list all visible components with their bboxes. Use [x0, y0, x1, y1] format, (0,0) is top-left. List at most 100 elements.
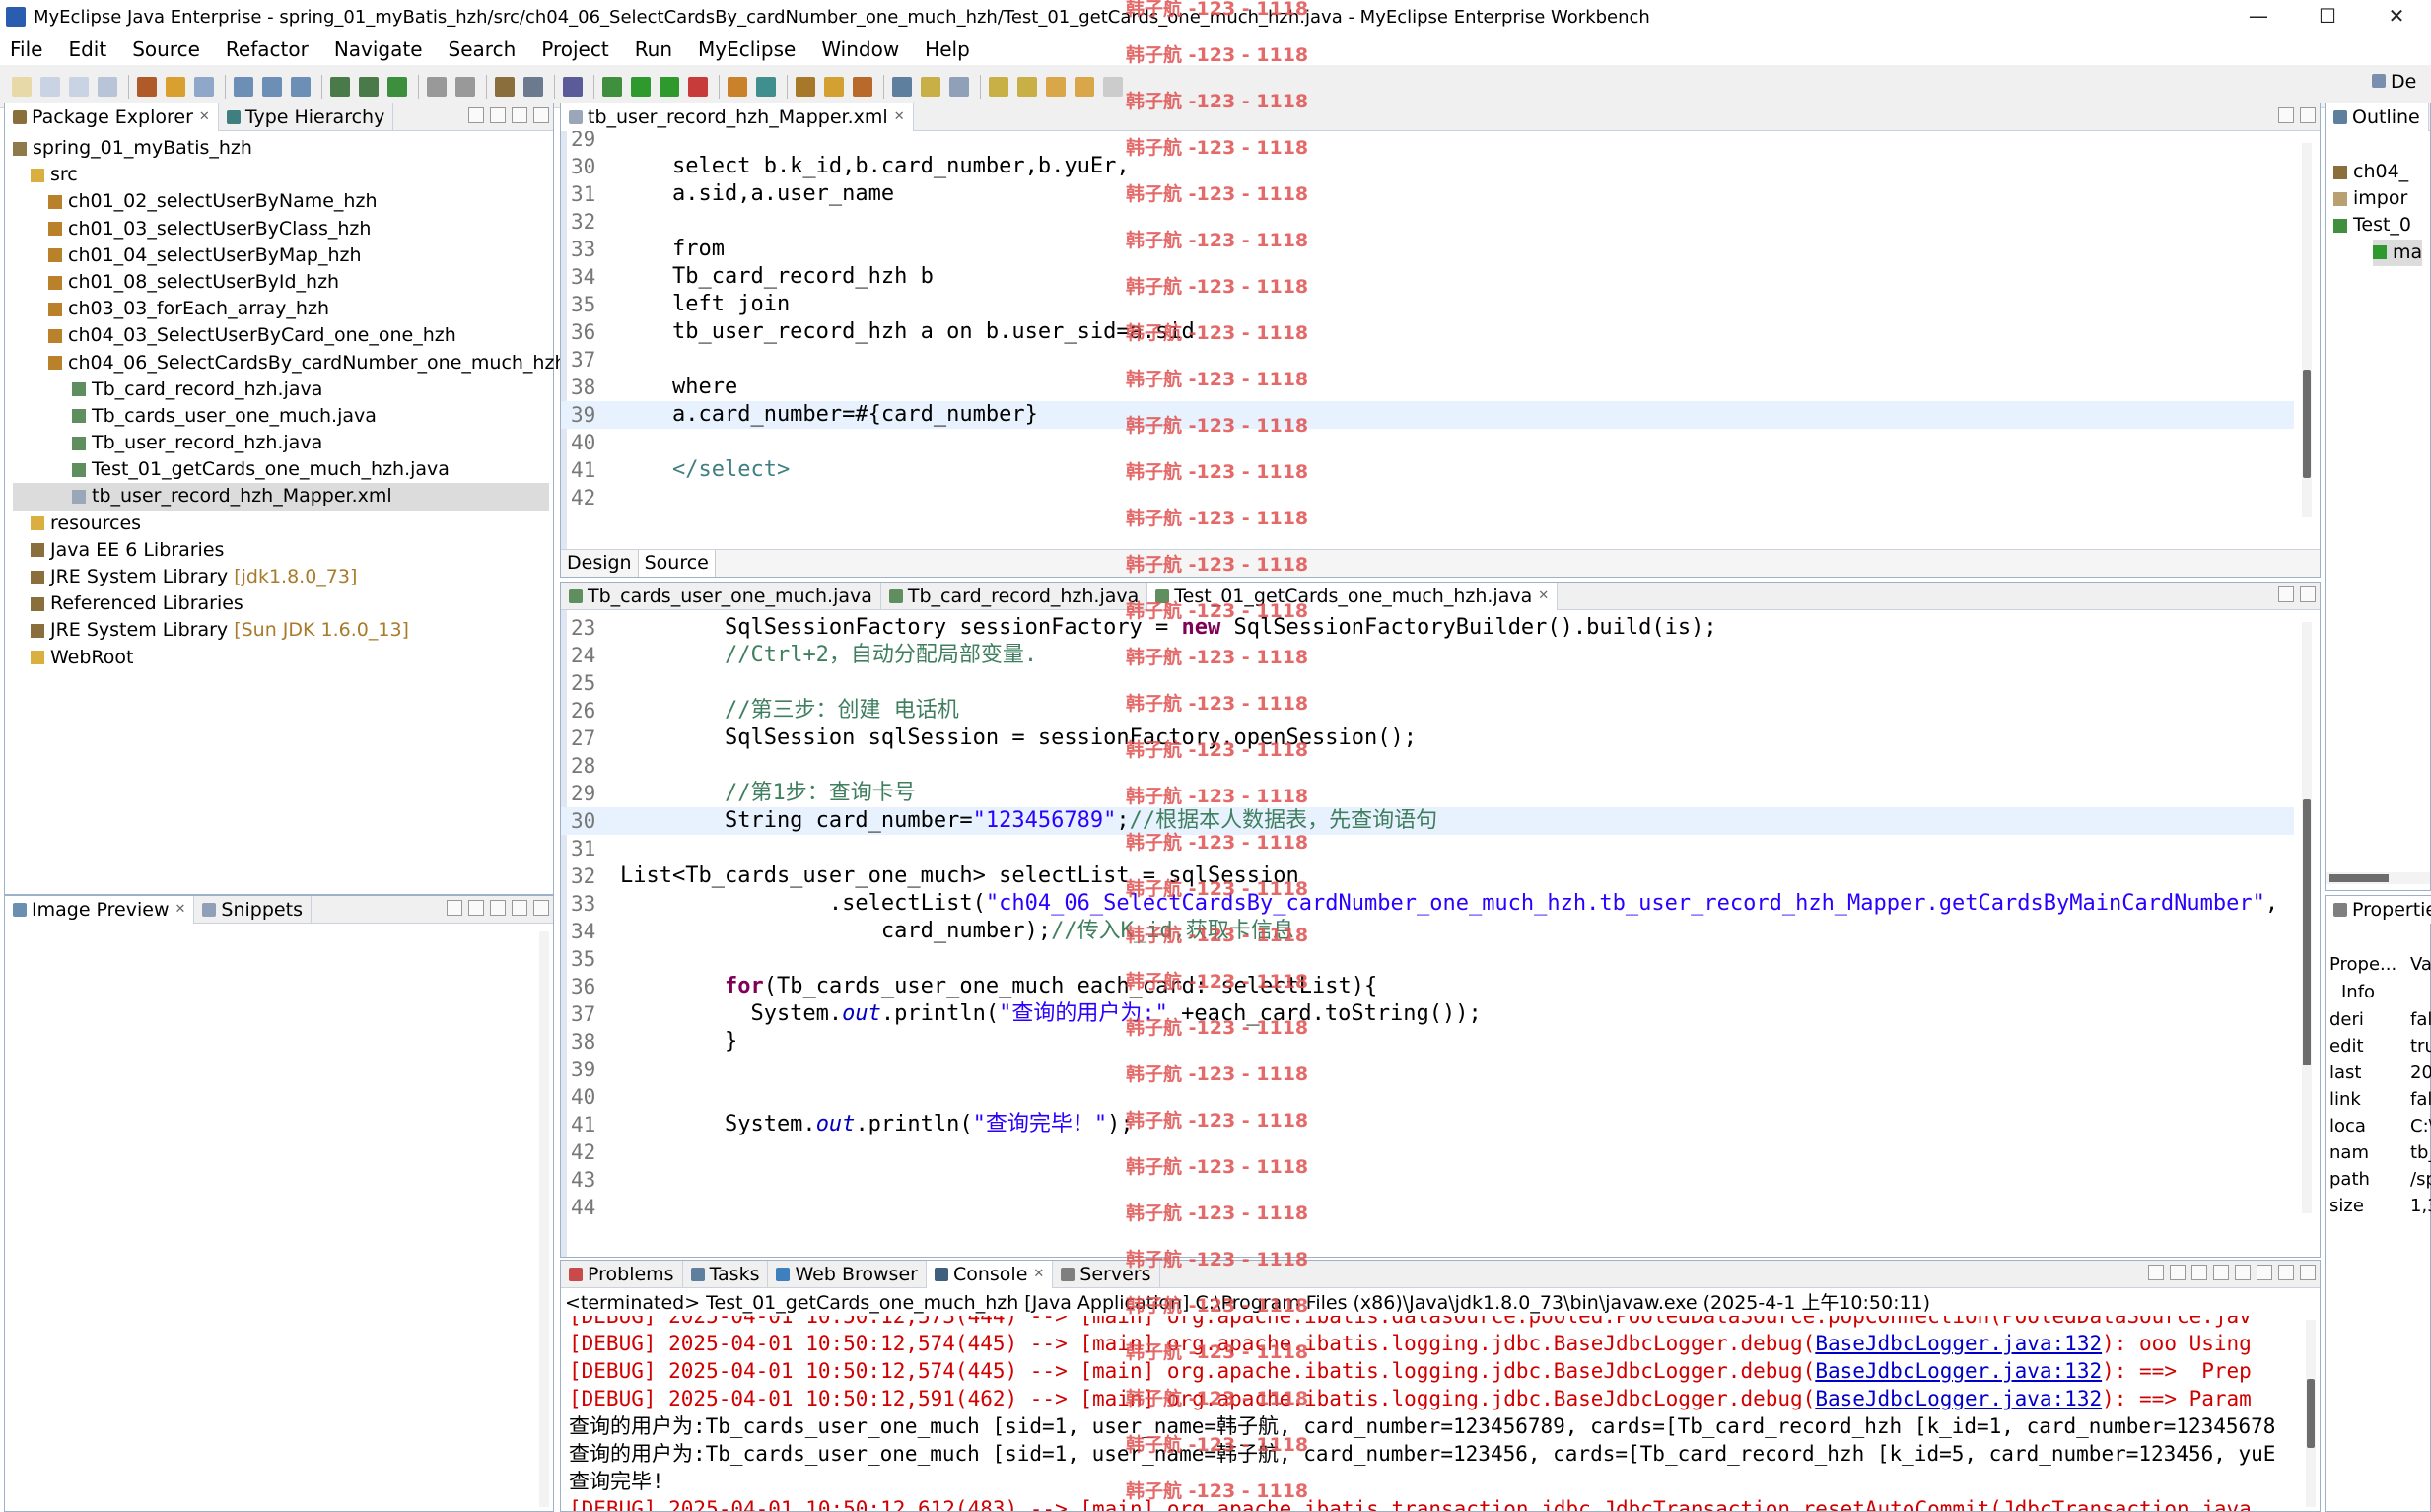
- tree-item[interactable]: resources: [13, 511, 549, 537]
- tab-snippets[interactable]: Snippets: [194, 895, 312, 924]
- debug-icon[interactable]: [602, 76, 622, 97]
- property-row[interactable]: size1,3: [2329, 1193, 2431, 1219]
- open-type-icon[interactable]: [137, 76, 157, 97]
- menu-myeclipse[interactable]: MyEclipse: [698, 37, 796, 61]
- tab-card-record-java[interactable]: Tb_card_record_hzh.java: [881, 582, 1148, 610]
- tab-package-explorer[interactable]: Package Explorer ✕: [5, 103, 219, 131]
- close-icon[interactable]: ✕: [1538, 588, 1549, 603]
- outline-item[interactable]: Test_0: [2353, 212, 2411, 239]
- property-row[interactable]: namtb_: [2329, 1139, 2431, 1166]
- task-icon[interactable]: [853, 76, 872, 97]
- globe-icon[interactable]: [387, 76, 407, 97]
- new-java-project-icon[interactable]: [728, 76, 747, 97]
- terminal-icon[interactable]: [563, 76, 583, 97]
- pin-console-icon[interactable]: [2235, 1265, 2251, 1280]
- menu-window[interactable]: Window: [821, 37, 899, 61]
- tree-item[interactable]: ch01_04_selectUserByMap_hzh: [13, 242, 549, 269]
- run-icon[interactable]: [631, 76, 651, 97]
- prev-annotation-icon[interactable]: [1017, 76, 1037, 97]
- tree-item[interactable]: ch01_02_selectUserByName_hzh: [13, 188, 549, 215]
- java-code-area[interactable]: 23 SqlSessionFactory sessionFactory = ne…: [561, 610, 2294, 1221]
- tree-item[interactable]: Java EE 6 Libraries: [13, 537, 549, 564]
- tab-console[interactable]: Console ✕: [926, 1260, 1054, 1288]
- property-row[interactable]: path/sp: [2329, 1166, 2431, 1193]
- print-icon[interactable]: [98, 76, 117, 97]
- tree-item[interactable]: ch04_06_SelectCardsBy_cardNumber_one_muc…: [13, 350, 567, 377]
- maximize-button[interactable]: ☐: [2293, 0, 2362, 34]
- perspective-button[interactable]: De: [2372, 71, 2416, 93]
- tab-test-java[interactable]: Test_01_getCards_one_much_hzh.java ✕: [1147, 582, 1559, 610]
- minimize-view-icon[interactable]: [2278, 1265, 2294, 1280]
- open-folder-icon[interactable]: [796, 76, 815, 97]
- scroll-lock-icon[interactable]: [2213, 1265, 2229, 1280]
- menu-project[interactable]: Project: [541, 37, 608, 61]
- vertical-scrollbar[interactable]: [2302, 622, 2312, 1213]
- design-tab[interactable]: Design: [561, 550, 639, 577]
- search-icon[interactable]: [892, 76, 912, 97]
- terminate-icon[interactable]: [2148, 1265, 2164, 1280]
- last-edit-icon[interactable]: [1103, 76, 1123, 97]
- menu-run[interactable]: Run: [635, 37, 672, 61]
- next-annotation-icon[interactable]: [989, 76, 1008, 97]
- tab-web-browser[interactable]: Web Browser: [768, 1260, 927, 1288]
- display-console-icon[interactable]: [2257, 1265, 2272, 1280]
- tab-outline[interactable]: Outline: [2326, 103, 2429, 131]
- vertical-scrollbar[interactable]: [2302, 143, 2312, 517]
- save-all-icon[interactable]: [69, 76, 89, 97]
- save-icon[interactable]: [40, 76, 60, 97]
- collapse-all-icon[interactable]: [468, 107, 484, 123]
- menu-search[interactable]: Search: [449, 37, 517, 61]
- browser-icon[interactable]: [359, 76, 379, 97]
- forward-icon[interactable]: [1075, 76, 1094, 97]
- tool-icon[interactable]: [427, 76, 447, 97]
- back-icon[interactable]: [1046, 76, 1066, 97]
- new-icon[interactable]: [12, 76, 32, 97]
- maximize-view-icon[interactable]: [2300, 586, 2316, 602]
- remove-launch-icon[interactable]: [2170, 1265, 2186, 1280]
- tree-item[interactable]: tb_user_record_hzh_Mapper.xml: [13, 483, 549, 511]
- edit-icon[interactable]: [824, 76, 844, 97]
- menu-navigate[interactable]: Navigate: [334, 37, 423, 61]
- toggle-icon[interactable]: [949, 76, 969, 97]
- close-button[interactable]: ✕: [2362, 0, 2431, 34]
- menu-refactor[interactable]: Refactor: [226, 37, 309, 61]
- new-class-icon[interactable]: [756, 76, 776, 97]
- zoom-fit-icon[interactable]: [447, 900, 462, 916]
- external-tools-icon[interactable]: [688, 76, 708, 97]
- property-row[interactable]: derifals: [2329, 1006, 2431, 1033]
- tab-type-hierarchy[interactable]: Type Hierarchy: [219, 103, 394, 131]
- run-server-icon[interactable]: [291, 76, 311, 97]
- outline-item[interactable]: ch04_: [2353, 159, 2408, 185]
- vertical-scrollbar[interactable]: [539, 931, 549, 1507]
- tab-properties[interactable]: Propertie: [2326, 895, 2431, 924]
- link-editor-icon[interactable]: [490, 107, 506, 123]
- xml-code-area[interactable]: 29 30 select b.k_id,b.card_number,b.yuEr,…: [561, 131, 2294, 521]
- minimize-view-icon[interactable]: [2278, 586, 2294, 602]
- tree-item[interactable]: ch01_08_selectUserById_hzh: [13, 269, 549, 296]
- menu-source[interactable]: Source: [132, 37, 200, 61]
- web-icon[interactable]: [330, 76, 350, 97]
- source-tab[interactable]: Source: [638, 550, 716, 577]
- stacktrace-link[interactable]: BaseJdbcLogger.java:132: [1815, 1359, 2102, 1383]
- tree-item[interactable]: Tb_user_record_hzh.java: [13, 430, 549, 456]
- tab-cards-user-java[interactable]: Tb_cards_user_one_much.java: [561, 582, 881, 610]
- package-icon[interactable]: [166, 76, 185, 97]
- java-icon[interactable]: [523, 76, 543, 97]
- property-row[interactable]: locaC:\: [2329, 1113, 2431, 1139]
- close-icon[interactable]: ✕: [1033, 1267, 1044, 1281]
- tree-item[interactable]: ch03_03_forEach_array_hzh: [13, 296, 549, 322]
- tab-image-preview[interactable]: Image Preview ✕: [5, 895, 195, 924]
- tree-item[interactable]: Tb_card_record_hzh.java: [13, 377, 549, 403]
- maximize-view-icon[interactable]: [533, 107, 549, 123]
- tree-item[interactable]: spring_01_myBatis_hzh: [13, 135, 549, 162]
- tree-item[interactable]: JRE System Library [jdk1.8.0_73]: [13, 564, 549, 590]
- tree-item[interactable]: ch01_03_selectUserByClass_hzh: [13, 216, 549, 242]
- tab-mapper-xml[interactable]: tb_user_record_hzh_Mapper.xml ✕: [561, 103, 914, 131]
- property-row[interactable]: linkfals: [2329, 1086, 2431, 1113]
- minimize-view-icon[interactable]: [512, 900, 527, 916]
- deploy-icon[interactable]: [234, 76, 253, 97]
- minimize-view-icon[interactable]: [512, 107, 527, 123]
- menu-file[interactable]: File: [10, 37, 42, 61]
- minimize-button[interactable]: —: [2224, 0, 2293, 34]
- close-icon[interactable]: ✕: [199, 109, 210, 124]
